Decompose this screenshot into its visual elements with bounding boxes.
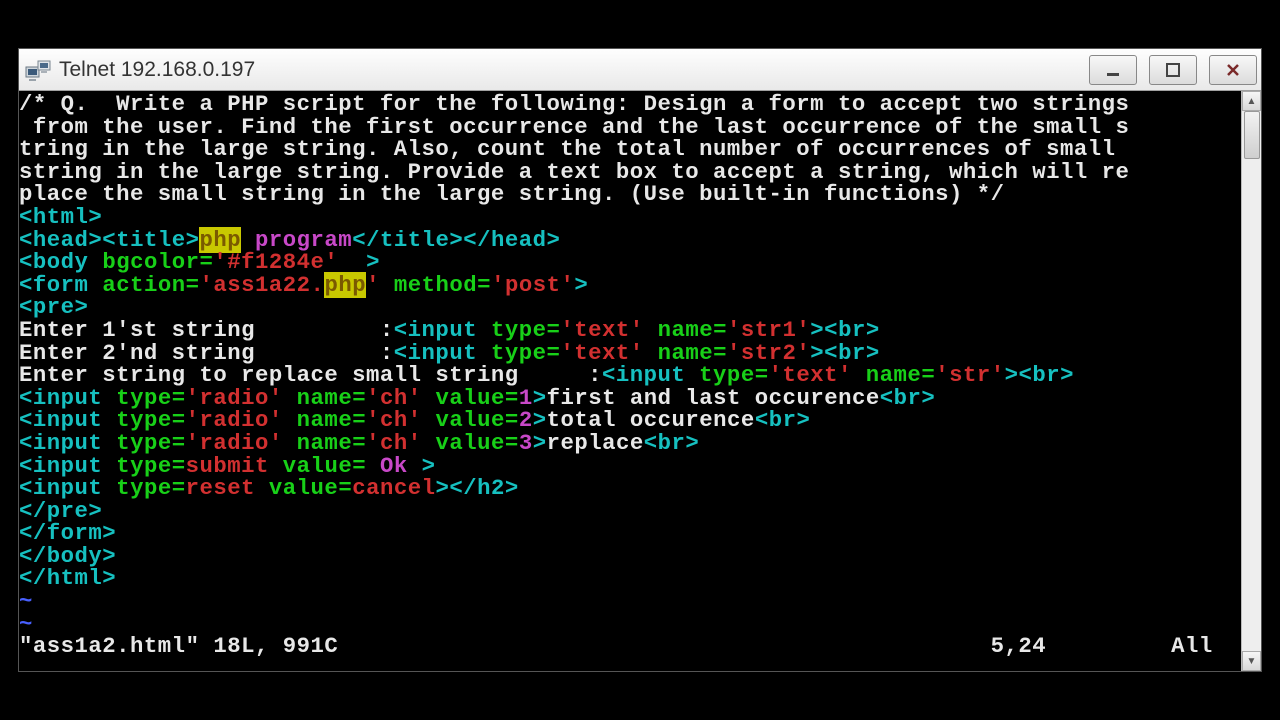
status-file: "ass1a2.html" 18L, 991C bbox=[19, 633, 338, 659]
scrollbar[interactable]: ▲ ▼ bbox=[1241, 91, 1261, 671]
status-pos: 5,24 bbox=[991, 633, 1047, 659]
maximize-button[interactable] bbox=[1149, 55, 1197, 85]
scroll-down-icon[interactable]: ▼ bbox=[1242, 651, 1261, 671]
terminal[interactable]: /* Q. Write a PHP script for the followi… bbox=[19, 91, 1241, 671]
code-line: place the small string in the large stri… bbox=[19, 181, 1005, 207]
window-title: Telnet 192.168.0.197 bbox=[59, 58, 1077, 82]
scroll-thumb[interactable] bbox=[1244, 111, 1260, 159]
close-button[interactable] bbox=[1209, 55, 1257, 85]
status-all: All bbox=[1171, 633, 1213, 659]
telnet-icon bbox=[25, 57, 51, 83]
titlebar: Telnet 192.168.0.197 bbox=[19, 49, 1261, 91]
minimize-button[interactable] bbox=[1089, 55, 1137, 85]
window: Telnet 192.168.0.197 /* Q. Write a PHP s… bbox=[18, 48, 1262, 672]
content-area: /* Q. Write a PHP script for the followi… bbox=[19, 91, 1261, 671]
scroll-up-icon[interactable]: ▲ bbox=[1242, 91, 1261, 111]
